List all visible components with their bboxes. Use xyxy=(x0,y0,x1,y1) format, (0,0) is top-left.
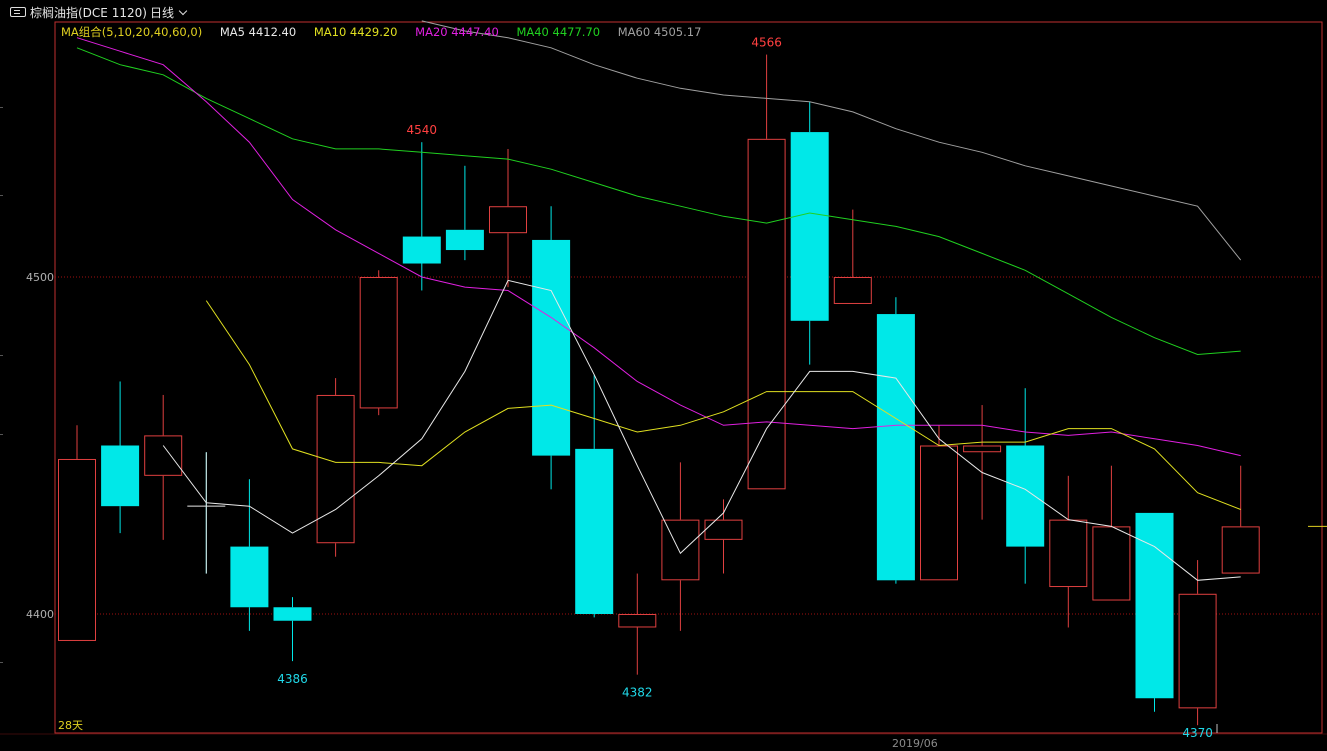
candle-body-down xyxy=(876,314,915,581)
candle-body-up xyxy=(1092,526,1131,601)
candle-body-down xyxy=(273,607,312,621)
candle-body-up xyxy=(1221,526,1260,574)
ma-group-label[interactable]: MA组合(5,10,20,40,60,0) xyxy=(61,25,202,39)
low-price-label: 4382 xyxy=(622,686,653,700)
candle-body-up xyxy=(618,614,657,628)
candle-body-up xyxy=(747,138,786,490)
y-tick-label: 4400 xyxy=(26,608,54,621)
candle-body-down xyxy=(1006,445,1045,547)
ma10-label: MA10 4429.20 xyxy=(313,25,398,39)
candle-body-up xyxy=(316,394,355,544)
ma60-label: MA60 4505.17 xyxy=(617,25,702,39)
candle-body-up xyxy=(920,445,958,581)
period-count: 28天 xyxy=(58,719,83,732)
candle-body-down xyxy=(402,236,441,264)
high-price-label: 4566 xyxy=(751,36,782,50)
candle-body-up xyxy=(144,435,183,476)
candle-body-down xyxy=(230,546,269,608)
candle-body-up xyxy=(359,277,398,409)
y-tick-label: 4500 xyxy=(26,271,54,284)
ma60-line xyxy=(421,20,1242,261)
candle-body-up xyxy=(58,458,96,641)
date-axis-label: 2019/06 xyxy=(892,737,938,750)
candle-body-down xyxy=(575,448,614,614)
ma20-line xyxy=(76,37,1241,457)
candle-body-up xyxy=(963,445,1002,453)
kline-chart[interactable]: 4400 4500 4540 4566 4386 4382 4370 xyxy=(0,0,1327,751)
candle-body-down xyxy=(445,229,484,251)
low-price-label: 4370 xyxy=(1182,726,1213,740)
ma20-label: MA20 4447.40 xyxy=(415,25,499,39)
plot-frame xyxy=(54,21,1323,734)
candle-body-up xyxy=(1049,519,1088,588)
candle-body-up xyxy=(833,277,872,304)
candle-body-up xyxy=(704,519,743,540)
candle-body-down xyxy=(101,445,140,507)
candle-body-down xyxy=(790,132,829,321)
candle-body-down xyxy=(532,239,571,456)
candle-body-up xyxy=(489,206,527,234)
high-price-label: 4540 xyxy=(407,123,438,137)
low-price-label: 4386 xyxy=(277,672,308,686)
candle-body-up xyxy=(661,519,700,581)
ma40-line xyxy=(76,47,1241,356)
candle-body-up xyxy=(1178,593,1217,709)
ma5-label: MA5 4412.40 xyxy=(219,25,297,39)
ma40-label: MA40 4477.70 xyxy=(516,25,601,39)
ma-legend: MA组合(5,10,20,40,60,0) MA5 4412.40 MA10 4… xyxy=(61,24,715,40)
